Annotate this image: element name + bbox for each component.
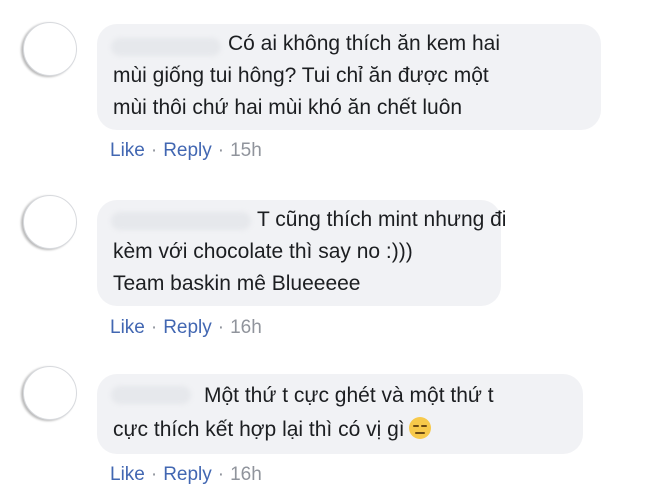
timestamp[interactable]: 16h	[230, 317, 262, 338]
separator-dot: ·	[150, 140, 158, 161]
comment-text-line: kèm với chocolate thì say no :)))	[113, 240, 413, 263]
comment-actions: Like · Reply · 15h	[110, 139, 262, 163]
reply-link[interactable]: Reply	[163, 140, 212, 161]
comment-text-line: mùi giống tui hông? Tui chỉ ăn được một	[113, 64, 489, 87]
separator-dot: ·	[217, 140, 225, 161]
comment-2: T cũng thích mint nhưng đi kèm với choco…	[0, 180, 660, 350]
like-link[interactable]: Like	[110, 317, 145, 338]
expressionless-face-icon	[408, 417, 431, 439]
author-name-blurred[interactable]	[111, 212, 251, 230]
comment-text-line: T cũng thích mint nhưng đi	[257, 208, 507, 231]
timestamp[interactable]: 15h	[230, 140, 262, 161]
comment-3: Một thứ t cực ghét và một thứ t cực thíc…	[0, 360, 660, 500]
comment-bubble: Có ai không thích ăn kem hai mùi giống t…	[97, 24, 601, 130]
like-link[interactable]: Like	[110, 464, 145, 485]
comment-text-line: cực thích kết hợp lại thì có vị gì	[113, 414, 431, 446]
comment-text-line: Có ai không thích ăn kem hai	[228, 32, 500, 55]
comment-bubble: Một thứ t cực ghét và một thứ t cực thíc…	[97, 374, 583, 454]
avatar[interactable]	[23, 22, 77, 76]
separator-dot: ·	[217, 317, 225, 338]
reply-link[interactable]: Reply	[163, 317, 212, 338]
avatar[interactable]	[23, 195, 77, 249]
comment-bubble: T cũng thích mint nhưng đi kèm với choco…	[97, 200, 506, 306]
author-name-blurred[interactable]	[111, 38, 221, 56]
reply-link[interactable]: Reply	[163, 464, 212, 485]
comment-actions: Like · Reply · 16h	[110, 463, 262, 487]
comment-text-line: Một thứ t cực ghét và một thứ t	[204, 384, 494, 407]
separator-dot: ·	[217, 464, 225, 485]
comment-text-fragment: cực thích kết hợp lại thì có vị gì	[113, 418, 405, 441]
comment-text-line: mùi thôi chứ hai mùi khó ăn chết luôn	[113, 96, 463, 119]
separator-dot: ·	[150, 317, 158, 338]
separator-dot: ·	[150, 464, 158, 485]
author-name-blurred[interactable]	[111, 386, 191, 404]
comment-1: Có ai không thích ăn kem hai mùi giống t…	[0, 0, 660, 170]
comment-text-line: Team baskin mê Blueeeee	[113, 272, 361, 295]
timestamp[interactable]: 16h	[230, 464, 262, 485]
avatar[interactable]	[23, 366, 77, 420]
like-link[interactable]: Like	[110, 140, 145, 161]
comment-actions: Like · Reply · 16h	[110, 316, 262, 340]
